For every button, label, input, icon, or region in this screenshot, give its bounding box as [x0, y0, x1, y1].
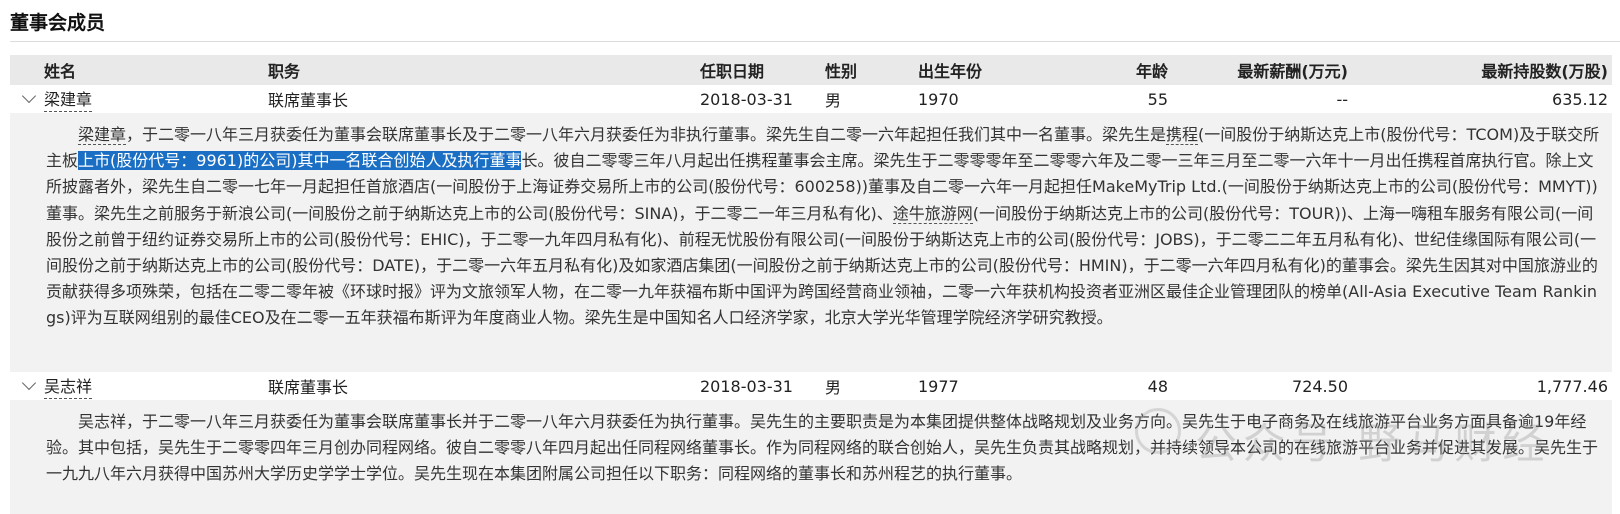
table-row[interactable]: 吴志祥 联席董事长 2018-03-31 男 1977 48 724.50 1,… [10, 372, 1612, 400]
member-gender: 男 [825, 91, 842, 110]
header-appoint-date: 任职日期 [700, 62, 765, 81]
header-age: 年龄 [1135, 62, 1168, 81]
board-members-table: 姓名 职务 任职日期 性别 出生年份 年龄 最新薪酬(万元) 最新持股数(万股)… [10, 55, 1612, 514]
bio-company-link[interactable]: 携程 [1166, 125, 1199, 145]
table-row[interactable]: 梁建章 联席董事长 2018-03-31 男 1970 55 -- 635.12 [10, 85, 1612, 113]
member-shares: 635.12 [1552, 89, 1608, 109]
member-appoint-date: 2018-03-31 [700, 89, 793, 109]
member-role: 联席董事长 [268, 378, 349, 397]
header-shares: 最新持股数(万股) [1481, 62, 1608, 81]
table-header: 姓名 职务 任职日期 性别 出生年份 年龄 最新薪酬(万元) 最新持股数(万股) [10, 55, 1612, 85]
member-salary: -- [1336, 89, 1348, 109]
expand-toggle[interactable] [16, 372, 42, 400]
member-age: 55 [1147, 89, 1168, 109]
member-birth-year: 1977 [918, 376, 959, 396]
section-title: 董事会成员 [10, 12, 106, 34]
header-salary: 最新薪酬(万元) [1237, 62, 1348, 81]
watermark-logo-icon [1135, 408, 1181, 454]
expand-toggle[interactable] [16, 85, 42, 113]
selected-text-highlight: 上市(股份代号：9961)的公司)其中一名联合创始人及执行董事 [78, 151, 522, 171]
member-bio: 梁建章，于二零一八年三月获委任为董事会联席董事长及于二零一八年六月获委任为非执行… [10, 113, 1612, 372]
member-birth-year: 1970 [918, 89, 959, 109]
member-appoint-date: 2018-03-31 [700, 376, 793, 396]
member-salary: 724.50 [1292, 376, 1348, 396]
header-birth-year: 出生年份 [918, 62, 983, 81]
chevron-down-icon [21, 88, 37, 104]
chevron-down-icon [21, 375, 37, 391]
member-gender: 男 [825, 378, 842, 397]
header-role: 职务 [268, 62, 301, 81]
member-role: 联席董事长 [268, 91, 349, 110]
bio-company-link[interactable]: 途牛旅游网 [892, 203, 973, 224]
member-name-link[interactable]: 梁建章 [44, 86, 93, 112]
member-bio: 吴志祥，于二零一八年三月获委任为董事会联席董事长并于二零一八年六月获委任为执行董… [10, 400, 1612, 514]
bio-name-ref[interactable]: 梁建章 [78, 125, 127, 145]
bio-text: ，于二零一八年三月获委任为董事会联席董事长及于二零一八年六月获委任为非执行董事。… [126, 125, 1167, 144]
title-divider [10, 41, 1620, 42]
member-shares: 1,777.46 [1536, 376, 1608, 396]
header-name: 姓名 [44, 62, 77, 81]
member-name-link[interactable]: 吴志祥 [44, 373, 93, 399]
member-age: 48 [1147, 376, 1168, 396]
header-gender: 性别 [825, 62, 858, 81]
